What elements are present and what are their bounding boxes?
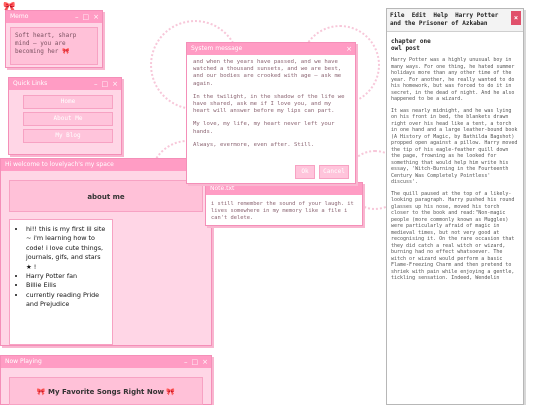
chapter-subtitle: owl post [391, 45, 420, 52]
note-text: i still remember the sound of your laugh… [211, 201, 354, 221]
maximize-icon[interactable]: □ [83, 11, 90, 23]
quick-links-title: Quick Links [13, 80, 48, 87]
note-title: Note.txt [210, 185, 235, 192]
now-playing-header: 🎀 My Favorite Songs Right Now 🎀 [9, 377, 203, 405]
menu-edit[interactable]: Edit [412, 12, 426, 19]
welcome-titlebar[interactable]: Hi welcome to lovelyach's my space [1, 159, 211, 171]
memo-titlebar[interactable]: Memo – □ × [6, 11, 102, 23]
quick-links-titlebar[interactable]: Quick Links – □ × [9, 78, 121, 90]
memo-title: Memo [10, 13, 29, 20]
note-window[interactable]: Note.txt i still remember the sound of y… [205, 182, 363, 226]
menu-file[interactable]: File [390, 12, 404, 19]
list-item: Harry Potter fan [26, 272, 107, 281]
document-paragraph: Harry Potter was a highly unusual boy in… [391, 57, 515, 102]
welcome-title: Hi welcome to lovelyach's my space [5, 161, 114, 168]
document-menubar: File Edit Help Harry Potter and the Pris… [387, 9, 523, 32]
close-icon[interactable]: × [112, 78, 118, 90]
list-item: hi!! this is my first lil site ~ i'm lea… [26, 225, 107, 272]
menu-help[interactable]: Help [433, 12, 447, 19]
document-body: chapter one owl post Harry Potter was a … [387, 32, 523, 293]
about-list-box: hi!! this is my first lil site ~ i'm lea… [9, 219, 113, 345]
now-playing-titlebar[interactable]: Now Playing – □ × [1, 356, 211, 368]
note-titlebar[interactable]: Note.txt [206, 183, 362, 195]
now-playing-title: Now Playing [5, 358, 42, 365]
about-title: about me [87, 193, 125, 201]
quick-link-home[interactable]: Home [23, 95, 113, 109]
memo-window[interactable]: Memo – □ × Soft heart, sharp mind – you … [5, 10, 103, 68]
list-item: currently reading Pride and Prejudice [26, 291, 107, 310]
quick-link-about-me[interactable]: About Me [23, 112, 113, 126]
ok-button[interactable]: Ok [295, 165, 315, 179]
note-body: i still remember the sound of your laugh… [206, 195, 362, 227]
system-message-window[interactable]: System message × and when the years have… [186, 42, 356, 184]
about-header: about me [9, 180, 203, 212]
memo-body: Soft heart, sharp mind – you are becomin… [10, 27, 98, 65]
close-icon[interactable]: × [202, 356, 208, 368]
list-item: Billie Eilis [26, 281, 107, 290]
document-window[interactable]: File Edit Help Harry Potter and the Pris… [386, 8, 524, 405]
quick-links-window[interactable]: Quick Links – □ × Home About Me My Blog [8, 77, 122, 155]
welcome-window[interactable]: Hi welcome to lovelyach's my space about… [0, 158, 212, 346]
minimize-icon[interactable]: – [94, 78, 98, 90]
memo-text: Soft heart, sharp mind – you are becomin… [15, 32, 77, 55]
message-paragraph: and when the years have passed, and we h… [193, 59, 342, 87]
system-message-titlebar[interactable]: System message × [187, 43, 355, 55]
document-paragraph: The quill paused at the top of a likely-… [391, 190, 515, 282]
chapter-number: chapter one [391, 38, 431, 45]
cancel-button[interactable]: Cancel [319, 165, 349, 179]
maximize-icon[interactable]: □ [102, 78, 109, 90]
now-playing-heading: 🎀 My Favorite Songs Right Now 🎀 [36, 388, 176, 396]
close-icon[interactable]: × [346, 43, 352, 55]
system-message-body: and when the years have passed, and we h… [187, 55, 355, 159]
now-playing-window[interactable]: Now Playing – □ × 🎀 My Favorite Songs Ri… [0, 355, 212, 405]
quick-link-blog[interactable]: My Blog [23, 129, 113, 143]
close-button[interactable]: × [511, 11, 521, 25]
maximize-icon[interactable]: □ [192, 356, 199, 368]
message-paragraph: In the twilight, in the shadow of the li… [193, 93, 345, 115]
message-paragraph: Always, evermore, even after. Still. [193, 141, 315, 148]
minimize-icon[interactable]: – [75, 11, 79, 23]
message-paragraph: My love, my life, my heart never left yo… [193, 121, 335, 135]
close-icon[interactable]: × [93, 11, 99, 23]
minimize-icon[interactable]: – [184, 356, 188, 368]
document-paragraph: It was nearly midnight, and he was lying… [391, 107, 518, 186]
system-message-title: System message [191, 45, 243, 52]
